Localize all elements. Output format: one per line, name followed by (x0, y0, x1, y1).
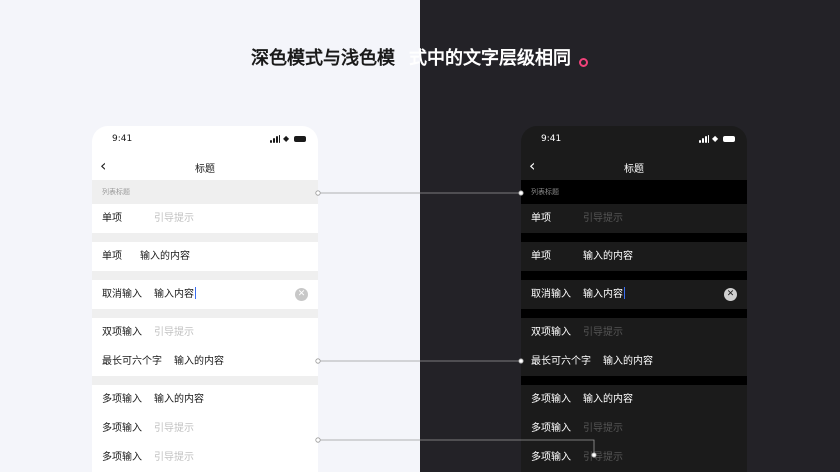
group-gap (92, 309, 318, 318)
text-caret (624, 287, 625, 299)
group-gap (521, 309, 747, 318)
row-label: 多项输入 (531, 394, 571, 405)
nav-title: 标题 (195, 164, 215, 175)
row-label: 单项 (102, 213, 122, 224)
text-caret (195, 287, 196, 299)
status-icons: ◆ (270, 135, 306, 143)
row-input[interactable]: 引导提示 (583, 204, 623, 233)
row-input[interactable]: 输入的内容 (174, 347, 224, 376)
row-label: 多项输入 (531, 452, 571, 463)
list-item[interactable]: 多项输入 引导提示 (92, 414, 318, 443)
headline: 深色模式与浅色模 式中的文字层级相同 (0, 45, 840, 73)
list-item[interactable]: 最长可六个字 输入的内容 (92, 347, 318, 376)
row-label: 单项 (531, 251, 551, 262)
nav-title: 标题 (624, 164, 644, 175)
row-input[interactable]: 输入的内容 (583, 385, 633, 414)
row-label: 多项输入 (102, 394, 142, 405)
battery-icon (723, 136, 735, 142)
row-label: 单项 (531, 213, 551, 224)
list-item[interactable]: 多项输入 输入的内容 (92, 385, 318, 414)
wifi-icon: ◆ (712, 134, 719, 143)
list-item[interactable]: 单项 输入的内容 (92, 242, 318, 271)
row-label: 多项输入 (102, 452, 142, 463)
list-item[interactable]: 多项输入 输入的内容 (521, 385, 747, 414)
row-label: 最长可六个字 (531, 356, 591, 367)
list-item[interactable]: 单项 引导提示 (92, 204, 318, 233)
row-input[interactable]: 输入的内容 (603, 347, 653, 376)
row-input[interactable]: 引导提示 (154, 318, 194, 347)
status-time: 9:41 (541, 134, 562, 144)
row-label: 取消输入 (531, 289, 571, 300)
list-item[interactable]: 取消输入 输入内容 ✕ (92, 280, 318, 309)
group-gap (521, 376, 747, 385)
clear-icon[interactable]: ✕ (295, 288, 308, 301)
signal-icon (270, 135, 280, 143)
headline-right-text: 式中的文字层级相同 (409, 48, 571, 69)
row-label: 双项输入 (102, 327, 142, 338)
status-icons: ◆ (699, 135, 735, 143)
row-label: 双项输入 (531, 327, 571, 338)
accent-dot-icon (579, 58, 588, 67)
row-input[interactable]: 引导提示 (583, 443, 623, 472)
row-label: 多项输入 (102, 423, 142, 434)
list-item[interactable]: 取消输入 输入内容 ✕ (521, 280, 747, 309)
row-input[interactable]: 输入的内容 (154, 385, 204, 414)
list-item[interactable]: 双项输入 引导提示 (92, 318, 318, 347)
row-input[interactable]: 引导提示 (154, 414, 194, 443)
row-input-text: 输入内容 (154, 289, 194, 300)
group-gap (521, 271, 747, 280)
headline-title: 深色模式与浅色模 式中的文字层级相同 (251, 45, 571, 73)
headline-left-text: 深色模式与浅色模 (251, 48, 395, 69)
row-input[interactable]: 引导提示 (583, 414, 623, 443)
row-label: 取消输入 (102, 289, 142, 300)
row-label: 单项 (102, 251, 122, 262)
battery-icon (294, 136, 306, 142)
dark-phone: 9:41 ◆ ‹ 标题 列表标题 单项 引导提示 单项 输入的内容 取消输入 输… (521, 126, 747, 472)
row-input[interactable]: 引导提示 (154, 204, 194, 233)
wifi-icon: ◆ (283, 134, 290, 143)
status-bar: 9:41 ◆ (521, 126, 747, 154)
nav-bar: ‹ 标题 (92, 154, 318, 180)
list-item[interactable]: 单项 引导提示 (521, 204, 747, 233)
row-input[interactable]: 输入的内容 (583, 242, 633, 271)
group-gap (92, 271, 318, 280)
row-input[interactable]: 输入内容 (154, 280, 196, 309)
row-input[interactable]: 引导提示 (583, 318, 623, 347)
status-bar: 9:41 ◆ (92, 126, 318, 154)
list-section-label: 列表标题 (521, 180, 747, 204)
light-phone: 9:41 ◆ ‹ 标题 列表标题 单项 引导提示 单项 输入的内容 取消输入 输… (92, 126, 318, 472)
signal-icon (699, 135, 709, 143)
row-label: 最长可六个字 (102, 356, 162, 367)
status-time: 9:41 (112, 134, 133, 144)
row-input[interactable]: 输入的内容 (140, 242, 190, 271)
list-item[interactable]: 最长可六个字 输入的内容 (521, 347, 747, 376)
nav-bar: ‹ 标题 (521, 154, 747, 180)
row-input-text: 输入内容 (583, 289, 623, 300)
list-item[interactable]: 多项输入 引导提示 (521, 443, 747, 472)
row-input[interactable]: 引导提示 (154, 443, 194, 472)
list-item[interactable]: 多项输入 引导提示 (92, 443, 318, 472)
group-gap (92, 376, 318, 385)
clear-icon[interactable]: ✕ (724, 288, 737, 301)
list-item[interactable]: 多项输入 引导提示 (521, 414, 747, 443)
group-gap (92, 233, 318, 242)
list-item[interactable]: 双项输入 引导提示 (521, 318, 747, 347)
list-section-label: 列表标题 (92, 180, 318, 204)
list-item[interactable]: 单项 输入的内容 (521, 242, 747, 271)
group-gap (521, 233, 747, 242)
row-label: 多项输入 (531, 423, 571, 434)
row-input[interactable]: 输入内容 (583, 280, 625, 309)
